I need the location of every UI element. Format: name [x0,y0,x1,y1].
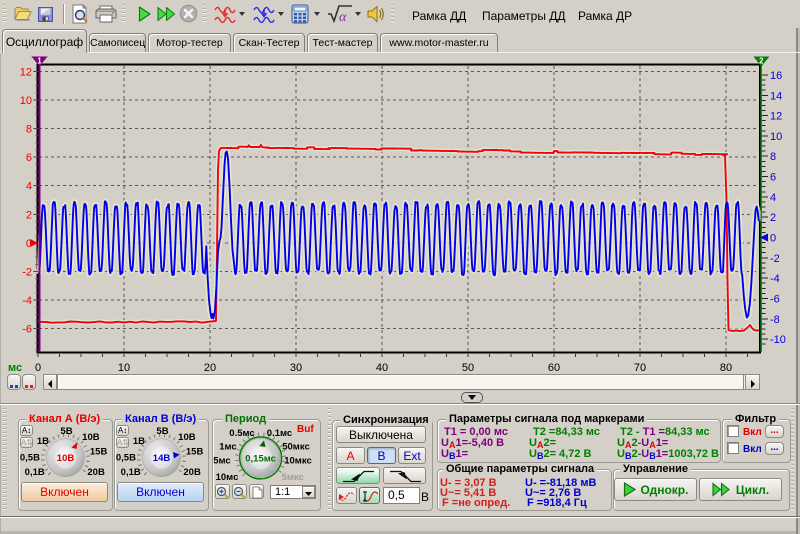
svg-text:15В: 15В [186,446,204,457]
svg-text:0: 0 [26,238,32,250]
svg-text:-2: -2 [770,253,780,265]
svg-text:-6: -6 [770,294,780,306]
svg-text:-10: -10 [770,334,786,346]
svg-text:20В: 20В [87,467,105,478]
svg-text:-4: -4 [22,295,32,307]
svg-text:12: 12 [770,111,782,123]
svg-text:10: 10 [118,362,130,374]
svg-text:20: 20 [204,362,216,374]
svg-text:-6: -6 [22,324,32,336]
svg-text:6: 6 [770,172,776,184]
svg-text:0.5мс: 0.5мс [229,428,254,439]
svg-text:5мкс: 5мкс [282,472,304,483]
svg-text:2: 2 [26,209,32,221]
svg-text:1В: 1В [133,436,145,447]
svg-text:10В: 10В [57,453,75,464]
svg-text:4: 4 [770,192,776,204]
svg-text:4: 4 [26,181,32,193]
svg-text:80: 80 [720,362,732,374]
svg-text:6: 6 [26,152,32,164]
svg-text:20В: 20В [183,467,201,478]
svg-text:0,1В: 0,1В [121,467,141,478]
svg-text:5мс: 5мс [213,456,230,467]
svg-text:2: 2 [770,212,776,224]
svg-text:10: 10 [20,95,32,107]
svg-text:10В: 10В [178,432,196,443]
svg-text:1В: 1В [37,436,49,447]
svg-text:1мс: 1мс [219,442,236,453]
svg-text:40: 40 [376,362,388,374]
svg-text:0: 0 [770,233,776,245]
svg-text:0: 0 [35,362,41,374]
svg-text:0,5В: 0,5В [20,453,40,464]
svg-text:14: 14 [770,90,782,102]
svg-text:мс: мс [8,362,22,374]
svg-text:60: 60 [548,362,560,374]
svg-text:8: 8 [26,124,32,136]
svg-text:10мс: 10мс [216,472,239,483]
svg-text:0.1мс: 0.1мс [267,428,292,439]
svg-text:10мкс: 10мкс [284,456,312,467]
svg-text:-2: -2 [22,267,32,279]
svg-text:70: 70 [634,362,646,374]
svg-text:0,5В: 0,5В [116,453,136,464]
svg-text:α: α [339,10,347,23]
svg-text:0,15мс: 0,15мс [245,453,276,464]
svg-text:10: 10 [770,131,782,143]
svg-text:8: 8 [770,151,776,163]
svg-text:30: 30 [290,362,302,374]
svg-text:0,1В: 0,1В [25,467,45,478]
svg-text:-4: -4 [770,273,780,285]
svg-text:16: 16 [770,70,782,82]
svg-text:1: 1 [37,57,42,66]
svg-text:5В: 5В [156,426,168,437]
svg-text:12: 12 [20,66,32,78]
svg-text:50: 50 [462,362,474,374]
svg-text:10В: 10В [82,432,100,443]
svg-text:-8: -8 [770,314,780,326]
svg-text:50мкс: 50мкс [282,442,310,453]
svg-text:5В: 5В [60,426,72,437]
svg-text:14В: 14В [153,453,171,464]
svg-text:2: 2 [759,57,764,66]
